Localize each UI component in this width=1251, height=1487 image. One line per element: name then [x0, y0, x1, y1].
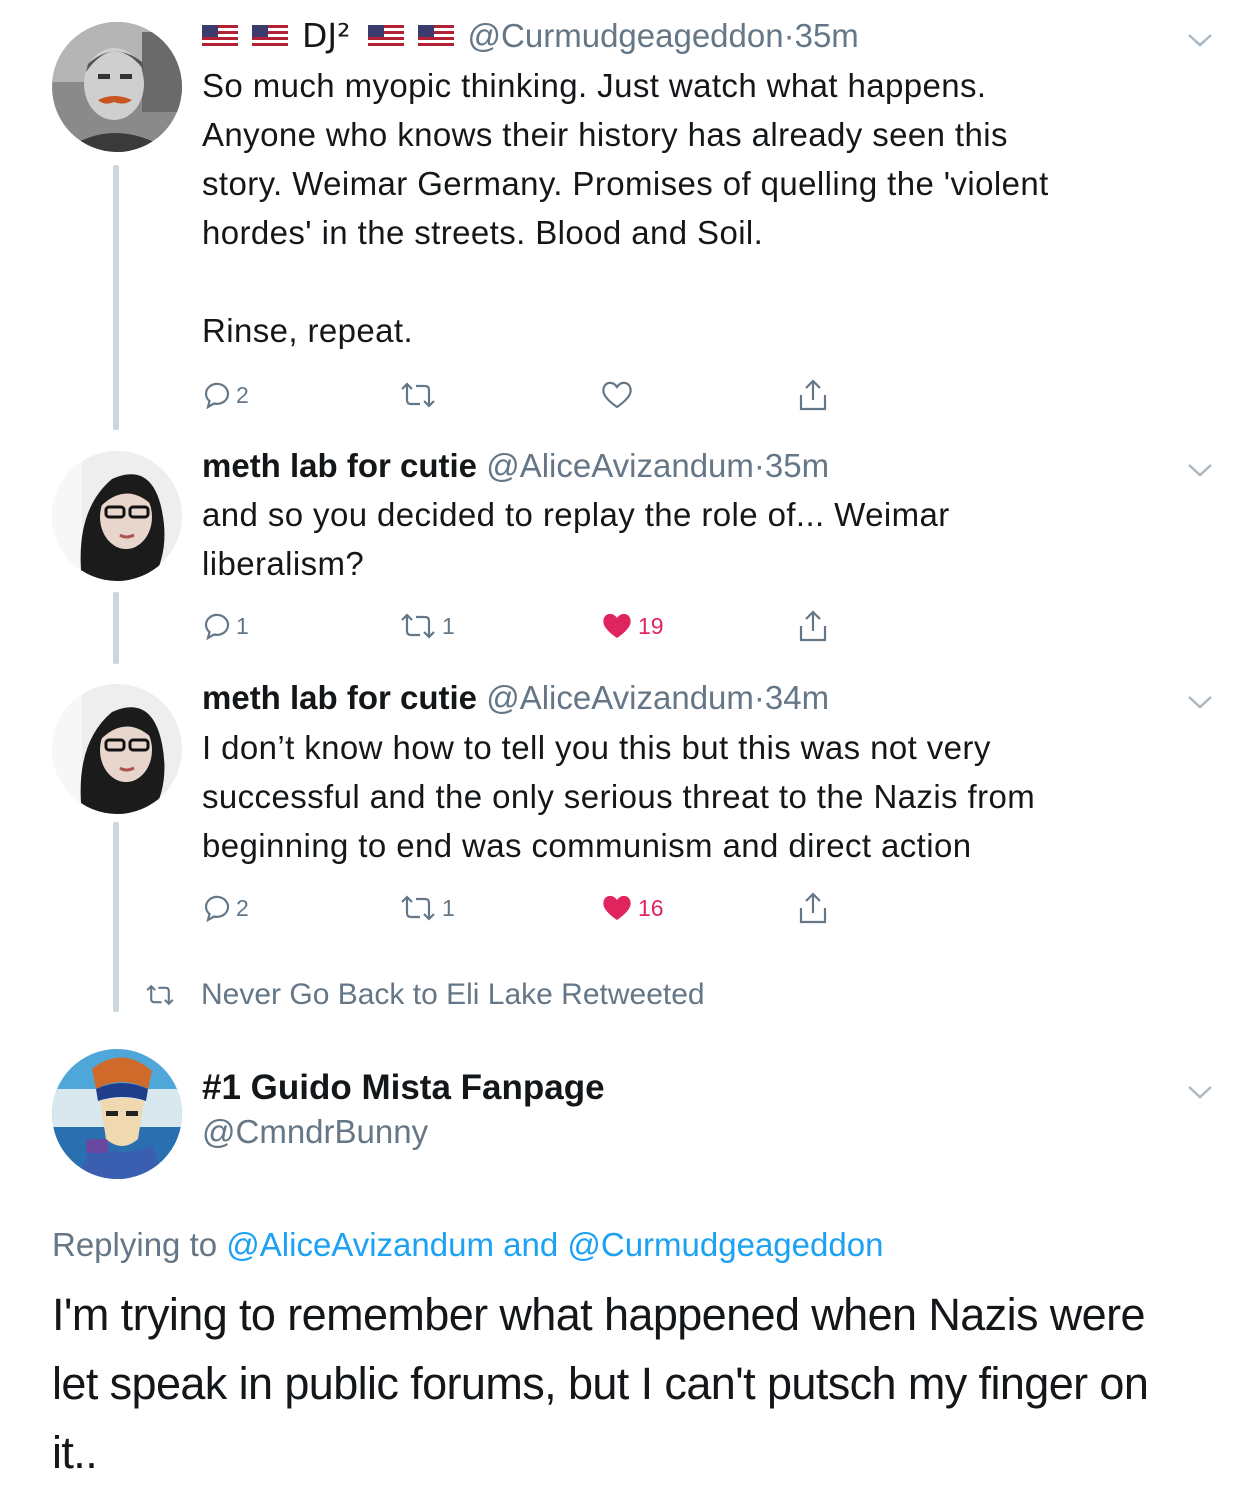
tweet-line: Rinse, repeat. [202, 312, 414, 349]
share-button[interactable] [797, 606, 829, 646]
avatar[interactable] [52, 1049, 182, 1179]
reply-icon [204, 382, 230, 410]
tweet-header: meth lab for cutie @AliceAvizandum·34m [202, 679, 829, 717]
reply-count: 2 [236, 894, 249, 921]
mention-and: and [503, 1226, 559, 1263]
display-name[interactable]: meth lab for cutie [202, 447, 477, 484]
user-handle[interactable]: @AliceAvizandum [486, 679, 754, 716]
reply-count: 2 [236, 381, 249, 408]
tweet-header: DJ² @Curmudgeageddon·35m [202, 16, 859, 55]
avatar[interactable] [52, 684, 182, 814]
tweet-line: story. Weimar Germany. Promises of quell… [202, 165, 1049, 202]
separator-dot: · [783, 17, 795, 54]
tweet-text: I don’t know how to tell you this but th… [202, 723, 1202, 870]
tweet-time[interactable]: 35m [765, 447, 829, 484]
retweet-notice-text: Never Go Back to Eli Lake Retweeted [201, 978, 705, 1011]
tweet-line: So much myopic thinking. Just watch what… [202, 67, 987, 104]
heart-filled-icon [603, 895, 631, 920]
retweet-count: 1 [442, 894, 455, 921]
display-name[interactable]: #1 Guido Mista Fanpage [202, 1068, 605, 1108]
like-button[interactable] [600, 375, 638, 415]
chevron-down-icon[interactable] [1186, 1082, 1214, 1102]
thread-line [113, 165, 119, 430]
tweet-line: it.. [52, 1427, 98, 1478]
retweet-count: 1 [442, 612, 455, 639]
tweet-line [202, 257, 1202, 306]
share-icon [799, 379, 827, 411]
user-avatar-anime-icon [52, 1049, 182, 1179]
mention-link[interactable]: @Curmudgeageddon [567, 1226, 883, 1263]
tweet-time[interactable]: 34m [765, 679, 829, 716]
retweet-button[interactable]: 1 [398, 606, 455, 646]
separator-dot: · [753, 447, 765, 484]
thread-line [113, 822, 119, 1012]
user-handle[interactable]: @AliceAvizandum [486, 447, 754, 484]
reply-button[interactable]: 2 [202, 888, 249, 928]
tweet-line: I'm trying to remember what happened whe… [52, 1289, 1146, 1340]
replying-to: Replying to @AliceAvizandum and @Curmudg… [52, 1226, 883, 1264]
share-button[interactable] [797, 375, 829, 415]
retweet-icon [146, 984, 174, 1006]
user-avatar-mustache-icon [52, 22, 182, 152]
separator-dot: · [753, 679, 765, 716]
tweet-header: meth lab for cutie @AliceAvizandum·35m [202, 447, 829, 485]
tweet-line: successful and the only serious threat t… [202, 778, 1036, 815]
share-button[interactable] [797, 888, 829, 928]
tweet-line: beginning to end was communism and direc… [202, 827, 972, 864]
tweet-line: liberalism? [202, 545, 365, 582]
us-flag-icon [202, 25, 238, 49]
retweet-notice[interactable]: Never Go Back to Eli Lake Retweeted [143, 978, 705, 1012]
heart-filled-icon [603, 613, 631, 638]
tweet-line: I don’t know how to tell you this but th… [202, 729, 991, 766]
retweet-icon [401, 613, 435, 639]
us-flag-icon [367, 25, 404, 49]
retweet-icon [401, 895, 435, 921]
tweet-line: Anyone who knows their history has alrea… [202, 116, 1008, 153]
share-icon [799, 892, 827, 924]
chevron-down-icon[interactable] [1186, 460, 1214, 480]
reply-button[interactable]: 1 [202, 606, 249, 646]
reply-button[interactable]: 2 [202, 375, 249, 415]
reply-count: 1 [236, 612, 249, 639]
avatar[interactable] [52, 22, 182, 152]
like-button[interactable]: 16 [600, 888, 664, 928]
heart-icon [602, 381, 632, 409]
mention-link[interactable]: @AliceAvizandum [226, 1226, 494, 1263]
display-name[interactable]: meth lab for cutie [202, 679, 477, 716]
retweet-button[interactable]: 1 [398, 888, 455, 928]
reply-icon [204, 895, 230, 923]
avatar[interactable] [52, 451, 182, 581]
user-avatar-hijab-icon [52, 451, 182, 581]
main-tweet-text: I'm trying to remember what happened whe… [52, 1280, 1222, 1487]
user-handle[interactable]: @CmndrBunny [202, 1113, 428, 1151]
thread-line [113, 592, 119, 664]
like-count: 19 [638, 612, 664, 639]
like-button[interactable]: 19 [600, 606, 664, 646]
tweet-actions: 1 1 19 [202, 606, 842, 646]
us-flag-icon [252, 25, 288, 49]
display-name[interactable]: DJ² [302, 16, 350, 55]
tweet-text: So much myopic thinking. Just watch what… [202, 61, 1202, 355]
tweet-line: let speak in public forums, but I can't … [52, 1358, 1149, 1409]
chevron-down-icon[interactable] [1186, 30, 1214, 50]
tweet-actions: 2 [202, 375, 842, 415]
tweet-line: and so you decided to replay the role of… [202, 496, 950, 533]
replying-label: Replying to [52, 1226, 218, 1263]
like-count: 16 [638, 894, 664, 921]
tweet-line: hordes' in the streets. Blood and Soil. [202, 214, 764, 251]
us-flag-icon [417, 25, 454, 49]
retweet-button[interactable] [398, 375, 442, 415]
tweet-text: and so you decided to replay the role of… [202, 490, 1202, 588]
chevron-down-icon[interactable] [1186, 692, 1214, 712]
reply-icon [204, 613, 230, 641]
tweet-actions: 2 1 16 [202, 888, 842, 928]
share-icon [799, 610, 827, 642]
tweet-time[interactable]: 35m [795, 17, 859, 54]
retweet-icon [401, 382, 435, 408]
user-handle[interactable]: @Curmudgeageddon [468, 17, 784, 54]
user-avatar-hijab-icon [52, 684, 182, 814]
